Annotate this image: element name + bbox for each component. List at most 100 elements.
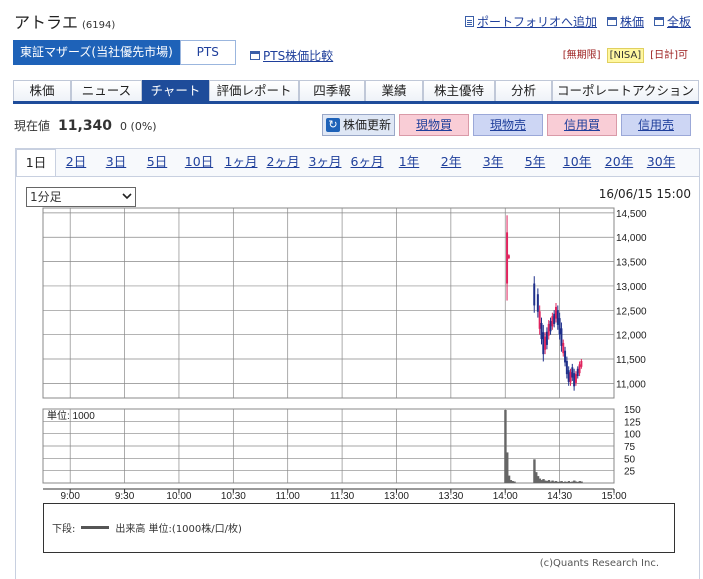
price-candle-body xyxy=(540,322,543,340)
stock-chart: 9:00 9:30 10:00 10:30 11:00 11:30 13:00 13:30 14… xyxy=(42,207,647,502)
volume-tick-label: 125 xyxy=(624,417,641,428)
volume-tick-label: 50 xyxy=(624,454,636,465)
tab-shareholder-benefits[interactable]: 株主優待 xyxy=(423,80,495,101)
tab-shikiho[interactable]: 四季報 xyxy=(299,80,365,101)
price-candle-body xyxy=(533,283,536,306)
market-tab-mothers[interactable]: 東証マザーズ(当社優先市場) xyxy=(13,40,180,65)
price-tick-label: 11,000 xyxy=(616,379,646,390)
price-candle-body xyxy=(556,310,559,325)
window-icon xyxy=(653,17,664,26)
price-candle-body xyxy=(549,321,552,332)
refresh-icon: ↻ xyxy=(325,118,340,132)
tab-earnings[interactable]: 業績 xyxy=(365,80,423,101)
price-candle-body xyxy=(580,360,583,367)
tab-corporate-action[interactable]: コーポレートアクション xyxy=(552,80,699,101)
tab-news[interactable]: ニュース xyxy=(71,80,142,101)
price-candle-body xyxy=(562,342,565,354)
price-candle-body xyxy=(507,255,510,259)
volume-legend-swatch xyxy=(81,526,110,529)
full-board-link[interactable]: 全板 xyxy=(653,13,691,30)
chart-legend: 下段: 出来高 単位:(1000株/口/枚) xyxy=(43,503,675,553)
price-candle-body xyxy=(573,373,576,387)
period-tab-10y[interactable]: 10年 xyxy=(556,149,598,176)
price-tick-label: 13,000 xyxy=(616,282,647,293)
add-portfolio-link[interactable]: ポートフォリオへ追加 xyxy=(464,13,597,30)
volume-bar xyxy=(513,481,516,483)
stock-name: アトラエ xyxy=(14,13,79,32)
price-value: 11,340 xyxy=(58,118,113,134)
period-tab-20y[interactable]: 20年 xyxy=(598,149,640,176)
price-candle-body xyxy=(506,232,509,284)
tab-chart[interactable]: チャート xyxy=(142,80,209,101)
market-tabs: 東証マザーズ(当社優先市場) PTS xyxy=(13,40,236,65)
copyright: (c)Quants Research Inc. xyxy=(539,558,659,569)
spot-buy-button[interactable]: 現物買 xyxy=(399,114,469,136)
badge-nisa: [NISA] xyxy=(606,48,645,63)
tab-stock-price[interactable]: 株価 xyxy=(13,80,71,101)
price-candle-body xyxy=(567,370,570,382)
price-tick-label: 13,500 xyxy=(616,258,647,269)
stock-price-link[interactable]: 株価 xyxy=(606,13,644,30)
period-tab-3y[interactable]: 3年 xyxy=(472,149,514,176)
legend-prefix: 下段: xyxy=(52,524,76,535)
price-tick-label: 12,000 xyxy=(616,331,647,342)
price-row: 現在値 11,340 0 (0%) xyxy=(14,117,157,134)
price-candle-body xyxy=(542,332,545,355)
time-tick-label: 10:30 xyxy=(221,491,246,502)
price-candle-body xyxy=(571,367,574,378)
price-candle-body xyxy=(547,323,550,336)
period-tab-3m[interactable]: 3ヶ月 xyxy=(304,149,346,176)
margin-buy-button[interactable]: 信用買 xyxy=(547,114,617,136)
time-tick-label: 14:00 xyxy=(493,491,518,502)
main-nav-tabs: 株価 ニュース チャート 評価レポート 四季報 業績 株主優待 分析 コーポレー… xyxy=(13,80,699,104)
volume-bar xyxy=(580,481,583,483)
period-tab-10d[interactable]: 10日 xyxy=(178,149,220,176)
price-candle-body xyxy=(578,364,581,374)
period-tab-6m[interactable]: 6ヶ月 xyxy=(346,149,388,176)
time-tick-label: 11:00 xyxy=(276,491,301,502)
price-candle-body xyxy=(560,328,563,346)
price-tick-label: 12,500 xyxy=(616,306,647,317)
time-tick-label: 13:00 xyxy=(384,491,409,502)
refresh-price-button[interactable]: ↻ 株価更新 xyxy=(322,114,395,136)
price-tick-label: 14,500 xyxy=(616,209,647,220)
time-tick-label: 14:30 xyxy=(547,491,572,502)
top-links: ポートフォリオへ追加 株価 全板 xyxy=(464,13,691,30)
price-candle-body xyxy=(564,350,567,363)
price-candle-body xyxy=(569,372,572,383)
spot-sell-button[interactable]: 現物売 xyxy=(473,114,543,136)
price-candle-body xyxy=(554,306,557,319)
action-buttons: ↻ 株価更新 現物買 現物売 信用買 信用売 xyxy=(322,114,691,136)
volume-unit-label: 単位: 1000 xyxy=(47,409,95,422)
price-candle-body xyxy=(553,313,556,324)
window-icon xyxy=(250,51,260,60)
price-candle-body xyxy=(574,374,577,383)
tab-analysis[interactable]: 分析 xyxy=(495,80,552,101)
price-candle-body xyxy=(565,360,568,375)
price-candle-body xyxy=(576,368,579,377)
price-plot-frame xyxy=(42,207,615,399)
period-tab-3d[interactable]: 3日 xyxy=(96,149,136,176)
period-tab-1y[interactable]: 1年 xyxy=(388,149,430,176)
period-tab-2y[interactable]: 2年 xyxy=(430,149,472,176)
period-tab-5d[interactable]: 5日 xyxy=(136,149,178,176)
chart-panel: 1分足 16/06/15 15:00 9:00 9:30 10:00 10:30 11:… xyxy=(15,176,700,579)
period-tab-5y[interactable]: 5年 xyxy=(514,149,556,176)
price-tick-label: 14,000 xyxy=(616,233,647,244)
volume-tick-label: 75 xyxy=(624,442,636,453)
period-tab-1d[interactable]: 1日 xyxy=(16,149,56,176)
period-tab-30y[interactable]: 30年 xyxy=(640,149,682,176)
margin-sell-button[interactable]: 信用売 xyxy=(621,114,691,136)
market-tab-pts[interactable]: PTS xyxy=(179,40,236,65)
price-label: 現在値 xyxy=(14,119,51,133)
period-tab-2d[interactable]: 2日 xyxy=(56,149,96,176)
tab-rating-report[interactable]: 評価レポート xyxy=(209,80,299,101)
time-tick-label: 10:00 xyxy=(166,491,191,502)
badge-unlimited: [無期限] xyxy=(562,50,601,61)
price-change: 0 (0%) xyxy=(120,120,157,133)
price-candle-body xyxy=(538,311,541,329)
price-candle-body xyxy=(544,336,547,350)
period-tab-1m[interactable]: 1ヶ月 xyxy=(220,149,262,176)
pts-compare-link[interactable]: PTS株価比較 xyxy=(250,47,333,64)
period-tab-2m[interactable]: 2ヶ月 xyxy=(262,149,304,176)
